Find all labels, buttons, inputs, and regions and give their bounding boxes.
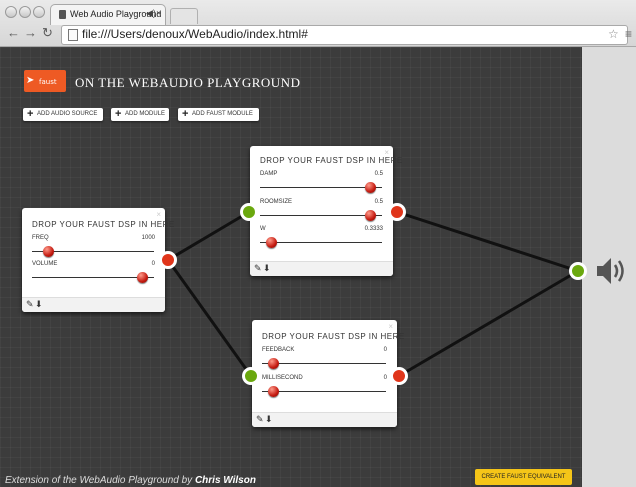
edit-icon[interactable]: ✎	[26, 299, 34, 310]
param-label: FEEDBACK	[262, 347, 295, 353]
menu-icon[interactable]: ≡	[625, 27, 632, 41]
author-link[interactable]: Chris Wilson	[195, 475, 256, 486]
bookmark-star-icon[interactable]: ☆	[608, 27, 619, 41]
param-value: 0	[383, 347, 387, 353]
roomsize-slider-knob[interactable]	[365, 210, 377, 221]
faust-module-top[interactable]: × DROP YOUR FAUST DSP IN HERE DAMP 0.5 R…	[250, 146, 402, 276]
plus-icon: +	[115, 108, 122, 120]
edit-icon[interactable]: ✎	[254, 263, 262, 274]
back-arrow-icon[interactable]: ←	[7, 26, 20, 40]
credit-text: Extension of the WebAudio Playground by …	[5, 475, 256, 486]
damp-slider-knob[interactable]	[365, 182, 377, 193]
w-slider-knob[interactable]	[265, 237, 277, 248]
plus-icon: +	[182, 108, 189, 120]
page-icon	[59, 10, 66, 19]
reload-icon[interactable]: ↻	[42, 26, 53, 40]
module-title: DROP YOUR FAUST DSP IN HERE	[32, 220, 175, 229]
download-icon[interactable]: ⬇	[265, 414, 273, 425]
add-faust-module-button[interactable]: + ADD FAUST MODULE	[178, 108, 259, 121]
destination-input-connector[interactable]	[569, 262, 587, 280]
add-audio-source-button[interactable]: + ADD AUDIO SOURCE	[23, 108, 103, 121]
param-value: 0.5	[374, 199, 383, 205]
module-footer: ✎ ⬇	[250, 261, 393, 276]
w-slider-track[interactable]	[260, 242, 382, 243]
param-value: 1000	[141, 235, 155, 241]
address-bar[interactable]: file:///Users/denoux/WebAudio/index.html…	[61, 25, 628, 45]
window-close-button[interactable]	[5, 6, 17, 18]
millisecond-slider-knob[interactable]	[267, 386, 279, 397]
param-value: 0	[383, 375, 387, 381]
param-label: MILLISECOND	[262, 375, 303, 381]
browser-chrome: Web Audio Playground ◀︎) × ← → ↻ file://…	[0, 0, 636, 47]
volume-slider-knob[interactable]	[137, 272, 149, 283]
damp-slider-track[interactable]	[260, 187, 382, 188]
download-icon[interactable]: ⬇	[35, 299, 43, 310]
browser-tab[interactable]: Web Audio Playground ◀︎) ×	[50, 4, 166, 25]
speaker-icon	[597, 258, 624, 284]
download-icon[interactable]: ⬇	[263, 263, 271, 274]
file-icon	[68, 29, 78, 41]
tab-close-button[interactable]: ×	[156, 8, 161, 18]
millisecond-slider-track[interactable]	[262, 391, 386, 392]
forward-arrow-icon[interactable]: →	[24, 26, 37, 40]
window-minimize-button[interactable]	[19, 6, 31, 18]
input-connector[interactable]	[240, 203, 258, 221]
new-tab-button[interactable]	[170, 8, 198, 24]
module-footer: ✎ ⬇	[22, 297, 165, 312]
faust-module-left[interactable]: × DROP YOUR FAUST DSP IN HERE FREQ 1000 …	[22, 208, 174, 312]
close-icon[interactable]: ×	[156, 210, 161, 219]
param-value: 0.5	[374, 171, 383, 177]
param-label: DAMP	[260, 171, 278, 177]
faust-logo: ➤ faust	[24, 70, 66, 92]
param-value: 0.3333	[364, 226, 383, 232]
add-module-button[interactable]: + ADD MODULE	[111, 108, 169, 121]
create-faust-equivalent-button[interactable]: CREATE FAUST EQUIVALENT	[475, 469, 572, 485]
freq-slider-knob[interactable]	[43, 246, 55, 257]
param-label: VOLUME	[32, 261, 58, 267]
volume-slider-track[interactable]	[32, 277, 154, 278]
output-connector[interactable]	[388, 203, 406, 221]
app-title: ON THE WEBAUDIO PLAYGROUND	[75, 75, 301, 90]
logo-arrow-icon: ➤	[26, 75, 35, 86]
url-text: file:///Users/denoux/WebAudio/index.html…	[82, 27, 308, 41]
feedback-slider-knob[interactable]	[267, 358, 279, 369]
plus-icon: +	[27, 108, 34, 120]
module-title: DROP YOUR FAUST DSP IN HERE	[260, 156, 403, 165]
faust-module-bottom[interactable]: × DROP YOUR FAUST DSP IN HERE FEEDBACK 0…	[252, 320, 404, 427]
module-footer: ✎ ⬇	[252, 412, 397, 427]
close-icon[interactable]: ×	[388, 322, 393, 331]
output-connector[interactable]	[159, 251, 177, 269]
output-connector[interactable]	[390, 367, 408, 385]
input-connector[interactable]	[242, 367, 260, 385]
param-label: W	[260, 226, 266, 232]
param-label: FREQ	[32, 235, 49, 241]
feedback-slider-track[interactable]	[262, 363, 386, 364]
param-value: 0	[151, 261, 155, 267]
roomsize-slider-track[interactable]	[260, 215, 382, 216]
speaker-icon: ◀︎)	[146, 8, 156, 18]
param-label: ROOMSIZE	[260, 199, 293, 205]
window-zoom-button[interactable]	[33, 6, 45, 18]
module-title: DROP YOUR FAUST DSP IN HERE	[262, 332, 405, 341]
edit-icon[interactable]: ✎	[256, 414, 264, 425]
